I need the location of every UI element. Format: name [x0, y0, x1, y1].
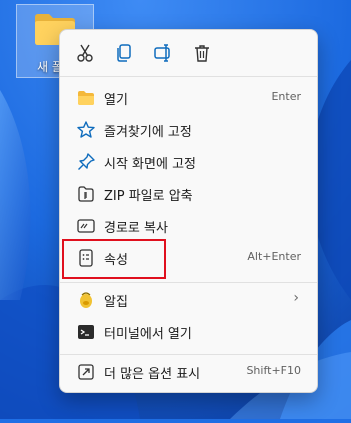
copy-path-icon	[76, 216, 96, 236]
pin-icon	[76, 152, 96, 172]
menu-item-compress-zip[interactable]: ZIP 파일로 압축	[64, 178, 313, 210]
delete-button[interactable]	[191, 42, 213, 64]
trash-icon	[195, 45, 209, 62]
menu-item-label: 열기	[104, 93, 128, 108]
menu-item-label: 즐겨찾기에 고정	[104, 125, 192, 140]
copy-icon	[117, 44, 131, 62]
star-icon	[76, 120, 96, 140]
alzip-icon	[76, 290, 96, 310]
properties-highlight-box	[62, 239, 166, 279]
rename-icon	[154, 44, 170, 62]
menu-item-label: 경로로 복사	[104, 221, 168, 236]
menu-item-alzip[interactable]: 알집 ›	[64, 284, 313, 316]
copy-button[interactable]	[113, 42, 135, 64]
context-menu: 열기 Enter 즐겨찾기에 고정 시작 화면에 고정 ZIP 파일로 압축 경…	[59, 29, 318, 393]
more-options-icon	[76, 362, 96, 382]
menu-item-label: 더 많은 옵션 표시	[104, 367, 201, 382]
separator	[60, 354, 317, 355]
context-menu-toolbar	[60, 30, 317, 76]
menu-item-label: ZIP 파일로 압축	[104, 189, 193, 204]
menu-item-pin-start[interactable]: 시작 화면에 고정	[64, 146, 313, 178]
chevron-right-icon: ›	[293, 290, 299, 306]
shortcut-text: Enter	[271, 90, 301, 103]
cut-button[interactable]	[74, 42, 96, 64]
menu-item-pin-favorites[interactable]: 즐겨찾기에 고정	[64, 114, 313, 146]
scissors-icon	[77, 44, 93, 62]
terminal-icon	[76, 322, 96, 342]
shortcut-text: Alt+Enter	[247, 250, 301, 263]
folder-open-icon	[76, 88, 96, 108]
rename-button[interactable]	[152, 42, 174, 64]
menu-item-label: 시작 화면에 고정	[104, 157, 196, 172]
menu-item-open-terminal[interactable]: 터미널에서 열기	[64, 316, 313, 348]
menu-item-more-options[interactable]: 더 많은 옵션 표시 Shift+F10	[64, 356, 313, 388]
separator	[60, 282, 317, 283]
shortcut-text: Shift+F10	[246, 364, 301, 377]
menu-item-copy-path[interactable]: 경로로 복사	[64, 210, 313, 242]
zip-icon	[76, 184, 96, 204]
menu-item-label: 터미널에서 열기	[104, 327, 192, 342]
menu-item-label: 알집	[104, 295, 128, 310]
separator	[60, 76, 317, 77]
menu-item-open[interactable]: 열기 Enter	[64, 82, 313, 114]
